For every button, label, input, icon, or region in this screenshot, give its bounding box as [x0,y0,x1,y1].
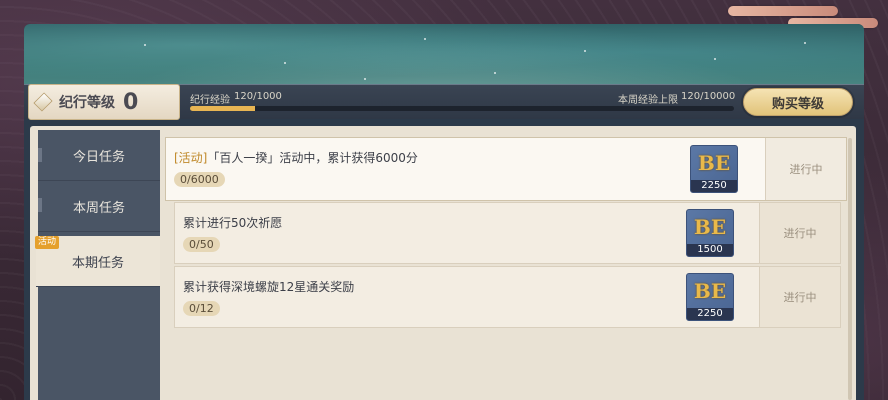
exp-progress-fill [190,106,256,111]
battle-pass-exp-icon: BE [693,215,727,239]
level-value: 0 [123,89,139,115]
tab-marker [38,198,42,212]
task-status: 进行中 [765,138,846,200]
task-title: 累计进行50次祈愿 [183,214,282,231]
scrollbar[interactable] [848,138,852,400]
battle-pass-exp-icon: BE [693,279,727,303]
tab-daily-tasks[interactable]: 今日任务 [38,130,160,181]
exp-progress-bar [190,106,734,111]
exp-label: 纪行经验 [190,95,230,106]
tab-label: 本期任务 [71,255,124,271]
task-title: 累计获得深境螺旋12星通关奖励 [183,278,354,295]
reward-item: BE 2250 [690,145,738,193]
buy-level-button[interactable]: 购买等级 [743,88,853,116]
task-title-text: 累计获得深境螺旋12星通关奖励 [183,280,355,294]
task-title-text: 累计进行50次祈愿 [183,216,283,230]
event-badge: 活动 [35,236,60,249]
diamond-icon [33,92,53,112]
task-status: 进行中 [759,267,840,327]
reward-count: 2250 [687,308,733,320]
reward-item: BE 2250 [686,273,734,321]
tab-weekly-tasks[interactable]: 本周任务 [38,181,160,232]
reward-count: 1500 [687,244,733,256]
task-progress: 0/12 [183,301,220,316]
level-label: 纪行等级 [59,95,115,111]
task-title-text: 「百人一揆」活动中，累计获得6000分 [207,151,418,165]
weekly-cap-value: 120/10000 [681,91,736,102]
tab-label: 本周任务 [72,200,125,216]
reward-item: BE 1500 [686,209,734,257]
task-row[interactable]: 累计进行50次祈愿 0/50 BE 1500 进行中 [174,202,841,264]
task-status: 进行中 [759,203,840,263]
tab-marker [38,148,42,162]
task-row[interactable]: 累计获得深境螺旋12星通关奖励 0/12 BE 2250 进行中 [174,266,841,328]
reward-count: 2250 [691,180,737,192]
tab-label: 今日任务 [72,149,125,165]
event-tag: [活动] [174,151,208,165]
weekly-cap-label: 本周经验上限 [618,95,678,106]
task-row[interactable]: [活动]「百人一揆」活动中，累计获得6000分 0/6000 BE 2250 进… [165,137,847,201]
task-progress: 0/50 [183,237,220,252]
level-display: 纪行等级 0 [28,84,180,120]
task-title: [活动]「百人一揆」活动中，累计获得6000分 [174,149,418,166]
task-progress: 0/6000 [174,172,225,187]
exp-value: 120/1000 [234,91,282,102]
battle-pass-exp-icon: BE [697,151,731,175]
